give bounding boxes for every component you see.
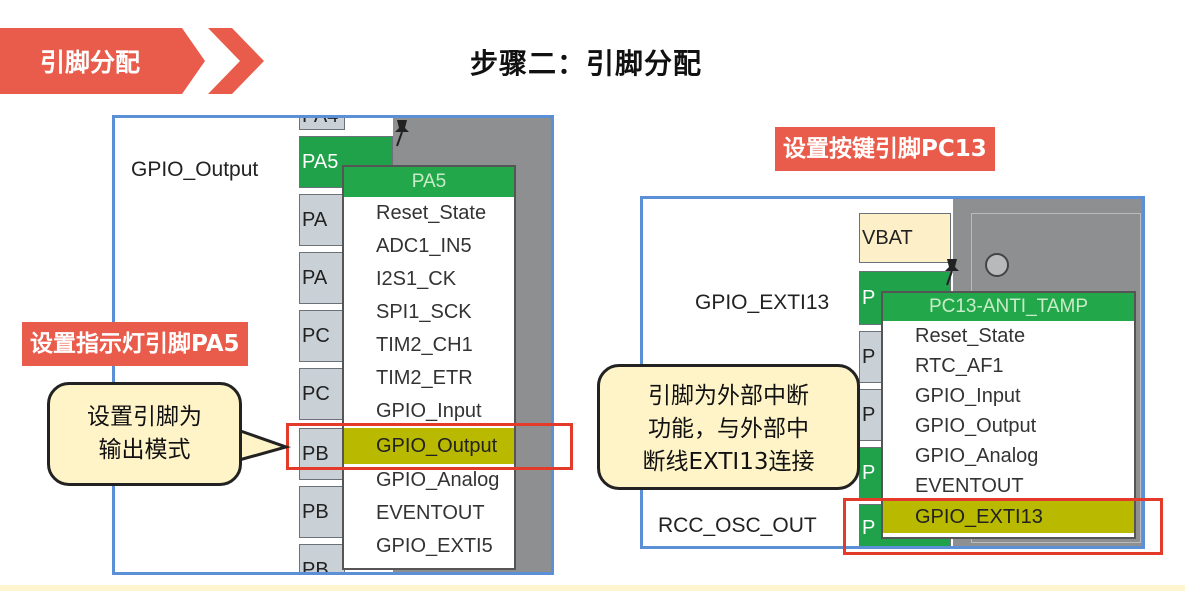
pin-label: P bbox=[862, 462, 876, 484]
menu-item[interactable]: Reset_State bbox=[883, 321, 1134, 351]
callout-text: 输出模式 bbox=[98, 437, 191, 463]
menu-item[interactable]: GPIO_Input bbox=[883, 381, 1134, 411]
pin-label: P bbox=[862, 346, 876, 368]
callout-text: 设置引脚为 bbox=[87, 404, 202, 430]
pin-label: P bbox=[862, 404, 876, 426]
menu-item[interactable]: EVENTOUT bbox=[883, 471, 1134, 501]
callout-text: 断线EXTI13连接 bbox=[642, 449, 815, 475]
pin-label: VBAT bbox=[862, 227, 913, 249]
menu-item[interactable]: RTC_AF1 bbox=[883, 351, 1134, 381]
menu-item[interactable]: GPIO_Analog bbox=[883, 441, 1134, 471]
chip-dot-icon bbox=[985, 253, 1009, 277]
pushpin-icon bbox=[939, 255, 965, 287]
signal-label: GPIO_EXTI13 bbox=[695, 291, 830, 314]
pin-vbat[interactable]: VBAT bbox=[859, 213, 951, 263]
callout-text: 引脚为外部中断 bbox=[648, 383, 809, 409]
pin-label: P bbox=[862, 287, 876, 309]
footer-strip bbox=[0, 585, 1185, 591]
menu-title: PC13-ANTI_TAMP bbox=[883, 293, 1134, 321]
callout-text: 功能，与外部中 bbox=[648, 416, 809, 442]
callout-left: 设置引脚为 输出模式 bbox=[47, 382, 242, 486]
highlight-box bbox=[843, 498, 1163, 555]
bottom-signal-label: RCC_OSC_OUT bbox=[658, 514, 817, 537]
callout-right: 引脚为外部中断 功能，与外部中 断线EXTI13连接 bbox=[597, 364, 860, 490]
menu-item[interactable]: GPIO_Output bbox=[883, 411, 1134, 441]
red-label-pc13: 设置按键引脚PC13 bbox=[775, 127, 995, 171]
